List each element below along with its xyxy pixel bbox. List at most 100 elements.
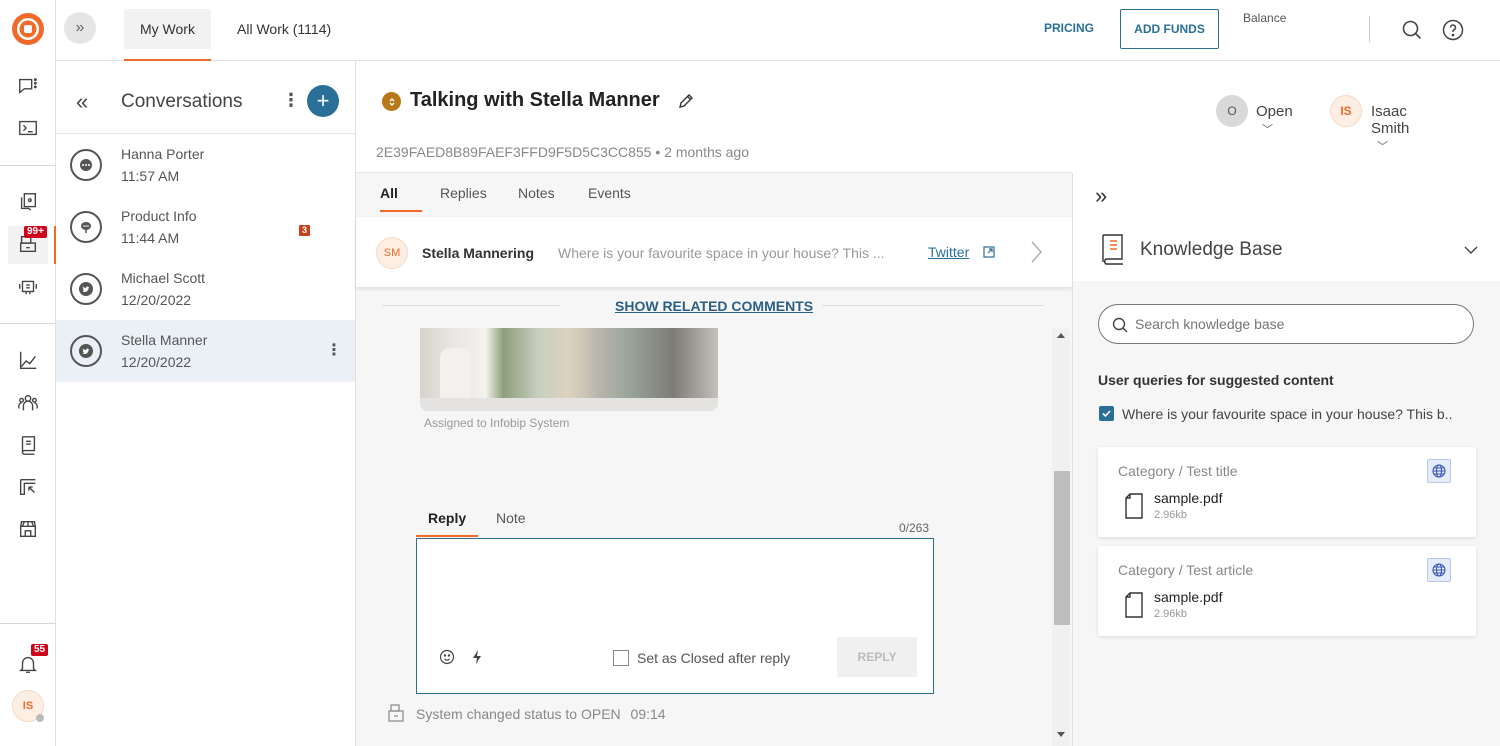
globe-icon[interactable] bbox=[1427, 459, 1451, 483]
chat-icon bbox=[70, 149, 102, 181]
kb-article-card[interactable]: Category / Test article sample.pdf 2.96k… bbox=[1098, 546, 1476, 636]
chevron-down-icon[interactable] bbox=[1463, 243, 1479, 255]
close-after-reply-label[interactable]: Set as Closed after reply bbox=[637, 650, 790, 666]
new-conversation-button[interactable]: + bbox=[307, 85, 339, 117]
collapse-panel-button[interactable]: « bbox=[76, 89, 88, 115]
assignee-dropdown[interactable]: Isaac Smith ﹀ bbox=[1371, 103, 1409, 154]
conversation-item-active[interactable]: Stella Manner 12/20/2022 ⋮ bbox=[56, 320, 355, 382]
top-bar: » My Work All Work (1114) PRICING ADD FU… bbox=[56, 0, 1500, 61]
assigned-text: Assigned to Infobip System bbox=[424, 416, 570, 430]
kb-article-card[interactable]: Category / Test title sample.pdf 2.96kb bbox=[1098, 447, 1476, 537]
twitter-link[interactable]: Twitter bbox=[928, 244, 969, 260]
bot-icon[interactable] bbox=[10, 268, 46, 304]
reply-button[interactable]: REPLY bbox=[837, 637, 917, 677]
copy-chat-icon[interactable] bbox=[10, 184, 46, 220]
article-file-name[interactable]: sample.pdf bbox=[1154, 589, 1222, 605]
query-text[interactable]: Where is your favourite space in your ho… bbox=[1122, 406, 1452, 422]
infobip-logo[interactable] bbox=[11, 12, 45, 46]
character-count: 0/263 bbox=[899, 521, 930, 535]
scrollbar-thumb[interactable] bbox=[1054, 471, 1070, 625]
help-icon[interactable] bbox=[1441, 18, 1465, 42]
topbar-divider bbox=[1369, 16, 1370, 42]
composer-tab-reply[interactable]: Reply bbox=[428, 510, 466, 526]
status-icon: O bbox=[1216, 95, 1248, 127]
knowledge-base-header: » Knowledge Base bbox=[1072, 173, 1500, 281]
scrollbar-track[interactable] bbox=[1052, 329, 1070, 746]
tab-events[interactable]: Events bbox=[588, 185, 631, 201]
composer-tab-note[interactable]: Note bbox=[496, 510, 526, 526]
original-post-card[interactable]: SM Stella Mannering Where is your favour… bbox=[356, 217, 1072, 287]
composer-tab-indicator bbox=[416, 535, 478, 537]
routing-icon[interactable] bbox=[10, 469, 46, 505]
knowledge-base-title: Knowledge Base bbox=[1140, 239, 1283, 260]
assignee-avatar: IS bbox=[1330, 95, 1362, 127]
add-funds-button[interactable]: ADD FUNDS bbox=[1120, 9, 1219, 49]
search-icon[interactable] bbox=[1400, 18, 1424, 42]
query-checkbox[interactable] bbox=[1099, 406, 1114, 421]
conversations-title: Conversations bbox=[121, 91, 243, 112]
conversation-name: Michael Scott bbox=[121, 270, 206, 286]
analytics-icon[interactable] bbox=[10, 342, 46, 378]
conversation-meta: 2E39FAED8B89FAEF3FFD9F5D5C3CC855 • 2 mon… bbox=[376, 144, 749, 160]
unread-badge: 3 bbox=[299, 225, 310, 236]
reply-textarea[interactable] bbox=[425, 545, 925, 629]
next-post-chevron-icon[interactable] bbox=[1028, 239, 1044, 265]
conversation-item[interactable]: Michael Scott 12/20/2022 bbox=[56, 258, 355, 320]
conversation-item[interactable]: Hanna Porter 11:57 AM bbox=[56, 134, 355, 196]
queries-heading: User queries for suggested content bbox=[1098, 372, 1334, 388]
scroll-up-arrow-icon[interactable] bbox=[1057, 333, 1065, 338]
tab-my-work[interactable]: My Work bbox=[124, 9, 211, 61]
conversation-main: Talking with Stella Manner 2E39FAED8B89F… bbox=[356, 61, 1409, 746]
tab-notes[interactable]: Notes bbox=[518, 185, 555, 201]
conversation-more-button[interactable]: ⋮ bbox=[326, 340, 342, 360]
twitter-icon bbox=[70, 273, 102, 305]
kb-search-field[interactable] bbox=[1098, 304, 1474, 344]
external-link-icon[interactable] bbox=[983, 245, 995, 258]
presence-dot bbox=[36, 714, 44, 722]
inbox-badge: 99+ bbox=[24, 226, 47, 238]
event-time: 09:14 bbox=[630, 706, 666, 722]
lightning-icon[interactable] bbox=[471, 649, 483, 665]
double-chevron-right-icon: » bbox=[1095, 183, 1108, 208]
kb-search-input[interactable] bbox=[1135, 313, 1455, 335]
priority-icon[interactable] bbox=[382, 92, 401, 111]
chevron-down-icon: ﹀ bbox=[1262, 124, 1273, 136]
tab-active-indicator bbox=[380, 210, 422, 212]
tab-all-work[interactable]: All Work (1114) bbox=[221, 9, 347, 49]
emoji-icon[interactable] bbox=[439, 649, 455, 665]
post-image[interactable] bbox=[420, 328, 718, 411]
conversations-menu-icon[interactable] bbox=[10, 68, 46, 104]
conversation-name: Hanna Porter bbox=[121, 146, 205, 162]
author-avatar: SM bbox=[376, 237, 408, 269]
pricing-link[interactable]: PRICING bbox=[1044, 21, 1094, 35]
double-chevron-left-icon: « bbox=[76, 89, 89, 114]
balance-label: Balance bbox=[1243, 11, 1287, 25]
plus-icon: + bbox=[316, 88, 330, 113]
left-rail: 99+ 55 IS bbox=[0, 0, 56, 746]
show-related-comments-link[interactable]: SHOW RELATED COMMENTS bbox=[615, 298, 813, 314]
close-after-reply-checkbox[interactable] bbox=[613, 650, 629, 666]
conversation-time: 12/20/2022 bbox=[121, 292, 192, 308]
conversation-item[interactable]: Product Info 11:44 AM 3 bbox=[56, 196, 355, 258]
file-icon bbox=[1124, 493, 1144, 519]
collapse-right-panel-button[interactable]: » bbox=[1095, 183, 1107, 209]
article-category: Category / Test article bbox=[1118, 562, 1254, 578]
knowledge-book-icon[interactable] bbox=[10, 427, 46, 463]
people-icon[interactable] bbox=[10, 385, 46, 421]
tab-all[interactable]: All bbox=[380, 185, 398, 201]
tab-replies[interactable]: Replies bbox=[440, 185, 487, 201]
status-dropdown[interactable]: Open ﹀ bbox=[1256, 103, 1293, 137]
scroll-down-arrow-icon[interactable] bbox=[1057, 732, 1065, 737]
notifications-badge: 55 bbox=[31, 644, 49, 656]
article-file-name[interactable]: sample.pdf bbox=[1154, 490, 1222, 506]
divider bbox=[382, 305, 560, 306]
conversation-time: 11:57 AM bbox=[121, 168, 180, 184]
expand-nav-button[interactable]: » bbox=[64, 12, 96, 44]
globe-icon[interactable] bbox=[1427, 558, 1451, 582]
conversations-more-button[interactable]: ⋮ bbox=[282, 90, 300, 111]
conversation-time: 12/20/2022 bbox=[121, 354, 192, 370]
search-icon bbox=[1111, 316, 1129, 334]
terminal-icon[interactable] bbox=[10, 110, 46, 146]
edit-title-pencil-icon[interactable] bbox=[676, 91, 696, 111]
store-icon[interactable] bbox=[10, 511, 46, 547]
